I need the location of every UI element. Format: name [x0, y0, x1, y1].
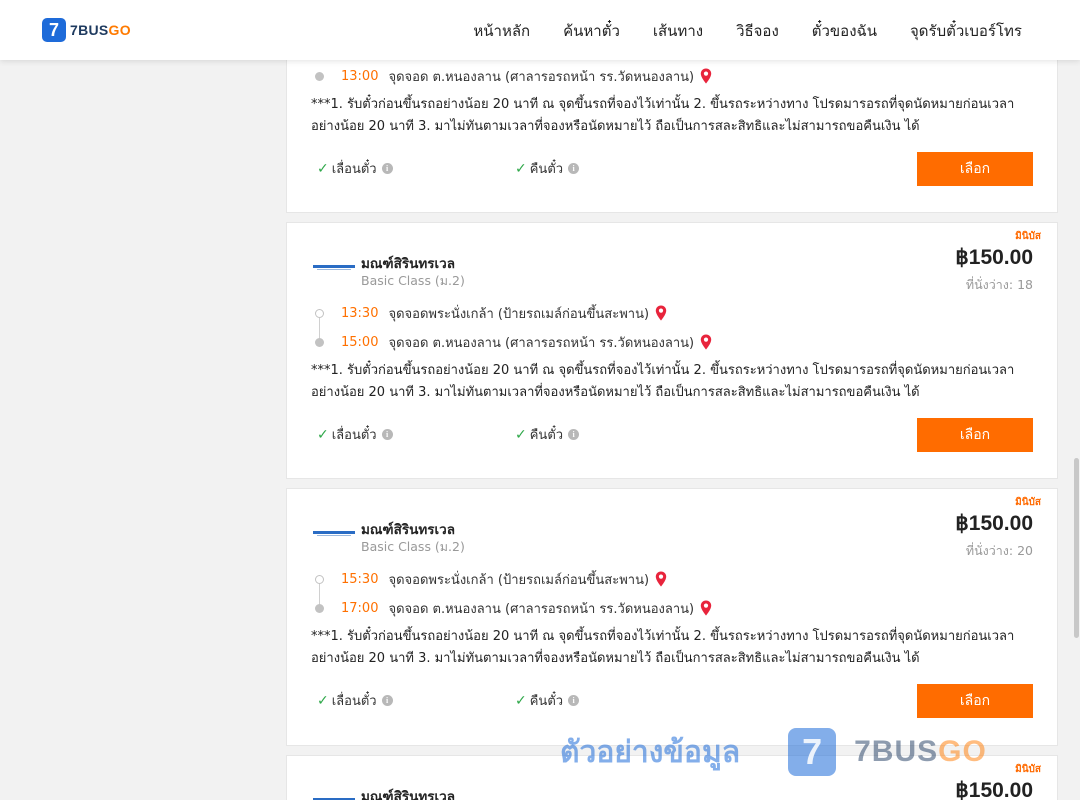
nav-routes[interactable]: เส้นทาง: [653, 19, 703, 43]
scrollbar-thumb[interactable]: [1074, 458, 1079, 638]
seat-class: Basic Class (ม.2): [361, 539, 465, 554]
trip-card-partial: 13:00 จุดจอด ต.หนองลาน (ศาลารอรถหน้า รร.…: [286, 40, 1058, 213]
select-button[interactable]: เลือก: [917, 418, 1033, 452]
map-pin-icon[interactable]: [655, 305, 667, 321]
departure-stop: 15:30 จุดจอดพระนั่งเกล้า (ป้ายรถเมล์ก่อน…: [315, 569, 667, 589]
arrival-dot: [315, 337, 324, 347]
vehicle-type-badge: มินิบัส: [1015, 764, 1041, 775]
nav-search-tickets[interactable]: ค้นหาตั๋ว: [563, 19, 620, 43]
check-icon: ✓: [515, 426, 527, 443]
check-icon: ✓: [515, 692, 527, 709]
vehicle-type-badge: มินิบัส: [1015, 231, 1041, 242]
feature-refund-ticket: ✓ คืนตั๋ว i: [515, 424, 580, 445]
logo-mark-icon: 7: [42, 18, 66, 42]
map-pin-icon[interactable]: [700, 334, 712, 350]
nav-my-tickets[interactable]: ตั๋วของฉัน: [812, 19, 877, 43]
feature-change-ticket: ✓ เลื่อนตั๋ว i: [317, 158, 393, 179]
departure-time: 13:30: [341, 305, 379, 321]
seats-available: ที่นั่งว่าง: 20: [962, 541, 1033, 561]
nav-home[interactable]: หน้าหลัก: [473, 19, 530, 43]
info-icon[interactable]: i: [381, 429, 393, 440]
trip-card: มินิบัส มณฑ์สิรินทรเวล Basic Class (ม.2)…: [286, 222, 1058, 479]
check-icon: ✓: [317, 426, 329, 443]
trip-card: มินิบัส มณฑ์สิรินทรเวล ฿150.00: [286, 755, 1058, 800]
departure-dot: [315, 574, 324, 584]
map-pin-icon[interactable]: [655, 571, 667, 587]
feature-refund-label: คืนตั๋ว: [529, 428, 564, 443]
feature-refund-label: คืนตั๋ว: [529, 694, 564, 709]
main-nav: หน้าหลัก ค้นหาตั๋ว เส้นทาง วิธีจอง ตั๋วข…: [440, 19, 1022, 43]
trip-notice: ***1. รับตั๋วก่อนขึ้นรถอย่างน้อย 20 นาที…: [311, 97, 1015, 134]
departure-dot: [315, 308, 324, 318]
seats-label: ที่นั่งว่าง:: [965, 277, 1014, 292]
logo-text-b: GO: [108, 22, 131, 38]
seats-label: ที่นั่งว่าง:: [965, 543, 1014, 558]
arrival-stop-name: จุดจอด ต.หนองลาน (ศาลารอรถหน้า รร.วัดหนอ…: [388, 335, 695, 351]
nav-pickup-points-phone[interactable]: จุดรับตั๋วเบอร์โทร: [910, 19, 1022, 43]
operator-logo: [313, 263, 355, 273]
seats-count: 18: [1017, 277, 1033, 292]
top-navbar: 7 7BUSGO หน้าหลัก ค้นหาตั๋ว เส้นทาง วิธี…: [0, 0, 1080, 60]
check-icon: ✓: [317, 692, 329, 709]
feature-change-ticket: ✓ เลื่อนตั๋ว i: [317, 424, 393, 445]
operator-logo: [313, 529, 355, 539]
feature-change-ticket: ✓ เลื่อนตั๋ว i: [317, 690, 393, 711]
select-button[interactable]: เลือก: [917, 684, 1033, 718]
page-scrollbar[interactable]: [1072, 60, 1080, 800]
seat-class: Basic Class (ม.2): [361, 273, 465, 288]
feature-change-label: เลื่อนตั๋ว: [331, 162, 377, 177]
arrival-stop: 17:00 จุดจอด ต.หนองลาน (ศาลารอรถหน้า รร.…: [315, 598, 712, 618]
arrival-stop: 13:00 จุดจอด ต.หนองลาน (ศาลารอรถหน้า รร.…: [315, 66, 712, 86]
arrival-time: 13:00: [341, 68, 379, 84]
vehicle-type-badge: มินิบัส: [1015, 497, 1041, 508]
operator-name: มณฑ์สิรินทรเวล: [361, 789, 455, 800]
site-logo[interactable]: 7 7BUSGO: [42, 18, 131, 42]
ticket-price: ฿150.00: [955, 779, 1033, 800]
departure-time: 15:30: [341, 571, 379, 587]
departure-stop-name: จุดจอดพระนั่งเกล้า (ป้ายรถเมล์ก่อนขึ้นสะ…: [388, 572, 650, 588]
map-pin-icon[interactable]: [700, 68, 712, 84]
info-icon[interactable]: i: [381, 695, 393, 706]
arrival-dot: [315, 71, 324, 81]
arrival-time: 17:00: [341, 600, 379, 616]
logo-text: 7BUSGO: [70, 22, 131, 38]
select-button[interactable]: เลือก: [917, 152, 1033, 186]
arrival-stop-name: จุดจอด ต.หนองลาน (ศาลารอรถหน้า รร.วัดหนอ…: [388, 601, 695, 617]
ticket-price: ฿150.00: [955, 246, 1033, 269]
info-icon[interactable]: i: [568, 429, 580, 440]
departure-stop-name: จุดจอดพระนั่งเกล้า (ป้ายรถเมล์ก่อนขึ้นสะ…: [388, 306, 650, 322]
arrival-time: 15:00: [341, 334, 379, 350]
check-icon: ✓: [317, 160, 329, 177]
trip-notice: ***1. รับตั๋วก่อนขึ้นรถอย่างน้อย 20 นาที…: [311, 629, 1015, 666]
trip-card: มินิบัส มณฑ์สิรินทรเวล Basic Class (ม.2)…: [286, 488, 1058, 746]
info-icon[interactable]: i: [381, 163, 393, 174]
nav-how-to-book[interactable]: วิธีจอง: [736, 19, 779, 43]
feature-refund-ticket: ✓ คืนตั๋ว i: [515, 158, 580, 179]
arrival-stop-name: จุดจอด ต.หนองลาน (ศาลารอรถหน้า รร.วัดหนอ…: [388, 69, 695, 85]
feature-refund-ticket: ✓ คืนตั๋ว i: [515, 690, 580, 711]
info-icon[interactable]: i: [568, 695, 580, 706]
ticket-price: ฿150.00: [955, 512, 1033, 535]
feature-refund-label: คืนตั๋ว: [529, 162, 564, 177]
departure-stop: 13:30 จุดจอดพระนั่งเกล้า (ป้ายรถเมล์ก่อน…: [315, 303, 667, 323]
seats-count: 20: [1017, 543, 1033, 558]
feature-change-label: เลื่อนตั๋ว: [331, 694, 377, 709]
seats-available: ที่นั่งว่าง: 18: [962, 275, 1033, 295]
arrival-dot: [315, 603, 324, 613]
feature-change-label: เลื่อนตั๋ว: [331, 428, 377, 443]
logo-text-a: 7BUS: [70, 22, 109, 38]
map-pin-icon[interactable]: [700, 600, 712, 616]
info-icon[interactable]: i: [568, 163, 580, 174]
arrival-stop: 15:00 จุดจอด ต.หนองลาน (ศาลารอรถหน้า รร.…: [315, 332, 712, 352]
trip-notice: ***1. รับตั๋วก่อนขึ้นรถอย่างน้อย 20 นาที…: [311, 363, 1015, 400]
operator-logo: [313, 796, 355, 800]
check-icon: ✓: [515, 160, 527, 177]
